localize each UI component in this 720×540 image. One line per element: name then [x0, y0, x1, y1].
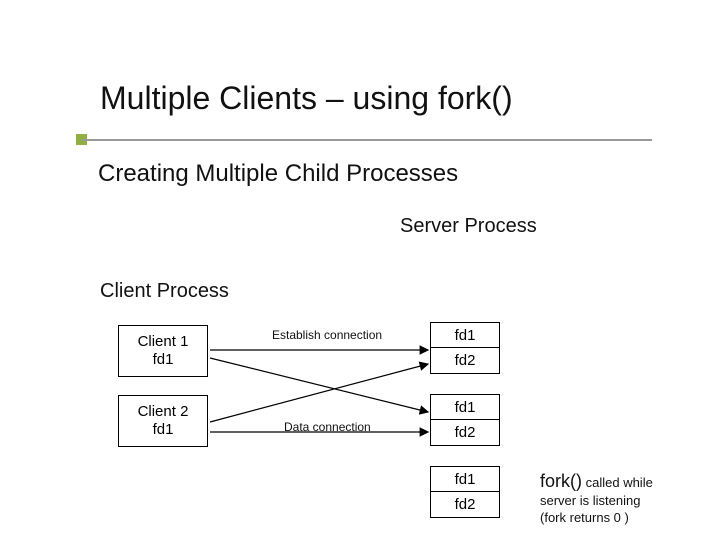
fd-group2-fd1: fd1 [430, 394, 500, 420]
client2-name: Client 2 [138, 403, 189, 421]
fd-group-1: fd1 fd2 [430, 322, 500, 374]
client1-box: Client 1 fd1 [118, 325, 208, 377]
slide-title: Multiple Clients – using fork() [100, 80, 513, 117]
fd-group-2: fd1 fd2 [430, 394, 500, 446]
fd-group1-fd1: fd1 [430, 322, 500, 348]
client1-fd: fd1 [153, 351, 174, 369]
fork-caption: fork() called while server is listening … [540, 470, 653, 527]
title-underline [82, 139, 652, 141]
client1-name: Client 1 [138, 333, 189, 351]
server-process-label: Server Process [400, 215, 537, 238]
fd-group3-fd1: fd1 [430, 466, 500, 492]
slide-subtitle: Creating Multiple Child Processes [98, 160, 458, 188]
fd-group-3: fd1 fd2 [430, 466, 500, 518]
fork-rest1: called while [582, 475, 653, 490]
fd-group2-fd2: fd2 [430, 420, 500, 446]
fd-group3-fd2: fd2 [430, 492, 500, 518]
fork-line3: (fork returns 0 ) [540, 510, 629, 525]
fork-fn: fork() [540, 471, 582, 491]
client2-box: Client 2 fd1 [118, 395, 208, 447]
client-process-label: Client Process [100, 280, 229, 303]
data-connection-label: Data connection [284, 420, 371, 434]
fd-group1-fd2: fd2 [430, 348, 500, 374]
establish-connection-label: Establish connection [272, 328, 382, 342]
client2-fd: fd1 [153, 421, 174, 439]
fork-line2: server is listening [540, 493, 640, 508]
